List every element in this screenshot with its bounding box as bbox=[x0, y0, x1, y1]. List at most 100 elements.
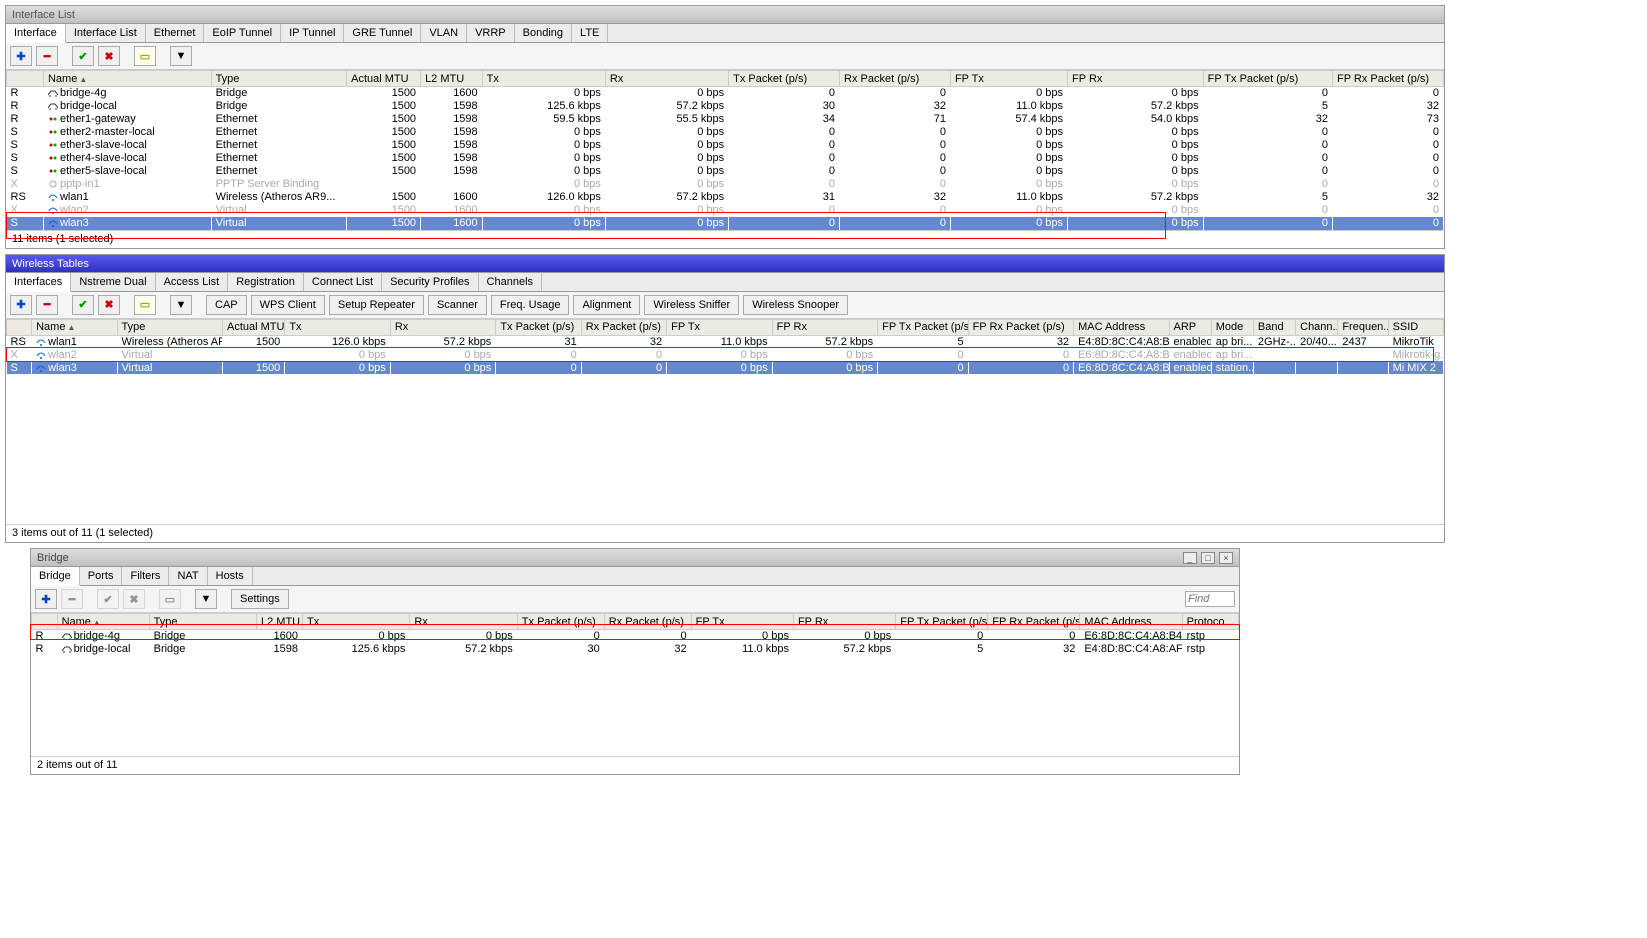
table-row[interactable]: Rbridge-4gBridge 15001600 0 bps0 bps 00 … bbox=[7, 87, 1444, 100]
tab-interface[interactable]: Interface bbox=[6, 24, 66, 43]
disable-button[interactable]: ✖ bbox=[98, 46, 120, 66]
tab-interfaces[interactable]: Interfaces bbox=[6, 273, 71, 292]
filter-button[interactable]: ▼ bbox=[195, 589, 217, 609]
col-header[interactable]: MAC Address bbox=[1080, 614, 1182, 630]
tab-vlan[interactable]: VLAN bbox=[421, 24, 467, 42]
comment-button[interactable]: ▭ bbox=[159, 589, 181, 609]
settings-button[interactable]: Settings bbox=[231, 589, 289, 609]
tab-security-profiles[interactable]: Security Profiles bbox=[382, 273, 478, 291]
table-row[interactable]: Swlan3Virtual 15001600 0 bps0 bps 00 0 b… bbox=[7, 217, 1444, 230]
col-header[interactable]: FP Tx bbox=[950, 71, 1067, 87]
col-header[interactable]: ARP bbox=[1169, 319, 1211, 335]
col-header[interactable]: FP Tx Packet (p/s) bbox=[878, 319, 968, 335]
col-header[interactable]: MAC Address bbox=[1074, 319, 1169, 335]
tab-bridge[interactable]: Bridge bbox=[31, 567, 80, 586]
table-row[interactable]: Rbridge-localBridge 1598125.6 kbps57.2 k… bbox=[32, 643, 1239, 656]
col-header[interactable]: Tx Packet (p/s) bbox=[729, 71, 840, 87]
wps-client-button[interactable]: WPS Client bbox=[251, 295, 325, 315]
enable-button[interactable]: ✔ bbox=[72, 46, 94, 66]
col-header[interactable]: Band bbox=[1253, 319, 1295, 335]
scanner-button[interactable]: Scanner bbox=[428, 295, 487, 315]
col-header[interactable]: SSID bbox=[1388, 319, 1443, 335]
table-row[interactable]: Xpptp-in1PPTP Server Binding 0 bps0 bps … bbox=[7, 178, 1444, 191]
col-header[interactable]: Type bbox=[211, 71, 347, 87]
tab-lte[interactable]: LTE bbox=[572, 24, 608, 42]
col-header[interactable]: Rx bbox=[390, 319, 496, 335]
col-header[interactable]: L2 MTU bbox=[257, 614, 303, 630]
tab-gre-tunnel[interactable]: GRE Tunnel bbox=[344, 24, 421, 42]
col-header[interactable]: Mode bbox=[1211, 319, 1253, 335]
col-header[interactable]: Chann... bbox=[1296, 319, 1338, 335]
table-row[interactable]: Sether5-slave-localEthernet 15001598 0 b… bbox=[7, 165, 1444, 178]
col-header[interactable]: FP Rx bbox=[793, 614, 895, 630]
col-header[interactable]: Tx bbox=[482, 71, 605, 87]
col-header[interactable]: Rx bbox=[410, 614, 517, 630]
tab-ip-tunnel[interactable]: IP Tunnel bbox=[281, 24, 344, 42]
tab-access-list[interactable]: Access List bbox=[156, 273, 229, 291]
add-button[interactable]: ✚ bbox=[35, 589, 57, 609]
col-header[interactable]: FP Rx Packet (p/s) bbox=[968, 319, 1074, 335]
table-row[interactable]: Sether3-slave-localEthernet 15001598 0 b… bbox=[7, 139, 1444, 152]
col-header[interactable]: Actual MTU bbox=[347, 71, 421, 87]
col-header[interactable]: Frequen... bbox=[1338, 319, 1388, 335]
col-header[interactable]: FP Rx bbox=[1068, 71, 1204, 87]
disable-button[interactable]: ✖ bbox=[123, 589, 145, 609]
tab-nat[interactable]: NAT bbox=[169, 567, 207, 585]
table-row[interactable]: Sether4-slave-localEthernet 15001598 0 b… bbox=[7, 152, 1444, 165]
tab-bonding[interactable]: Bonding bbox=[515, 24, 572, 42]
col-header[interactable]: FP Tx bbox=[691, 614, 793, 630]
add-button[interactable]: ✚ bbox=[10, 295, 32, 315]
col-header[interactable]: Protoco... bbox=[1182, 614, 1238, 630]
remove-button[interactable]: ━ bbox=[61, 589, 83, 609]
table-row[interactable]: Xwlan2Virtual 15001600 0 bps0 bps 00 0 b… bbox=[7, 204, 1444, 217]
table-row[interactable]: Xwlan2Virtual 0 bps0 bps 00 0 bps0 bps 0… bbox=[7, 348, 1444, 361]
tab-filters[interactable]: Filters bbox=[122, 567, 169, 585]
col-header[interactable]: Actual MTU bbox=[223, 319, 285, 335]
col-header[interactable]: Rx Packet (p/s) bbox=[581, 319, 666, 335]
col-header[interactable]: Tx bbox=[285, 319, 391, 335]
col-header[interactable]: Rx Packet (p/s) bbox=[604, 614, 691, 630]
col-header[interactable]: Name▲ bbox=[57, 614, 149, 630]
tab-ports[interactable]: Ports bbox=[80, 567, 123, 585]
tab-registration[interactable]: Registration bbox=[228, 273, 304, 291]
col-header[interactable]: Type bbox=[149, 614, 256, 630]
tab-ethernet[interactable]: Ethernet bbox=[146, 24, 205, 42]
table-row[interactable]: Rbridge-4gBridge 16000 bps0 bps 00 0 bps… bbox=[32, 630, 1239, 643]
maximize-button[interactable]: □ bbox=[1201, 552, 1215, 564]
table-row[interactable]: RSwlan1Wireless (Atheros AR9... 1500126.… bbox=[7, 335, 1444, 348]
col-header[interactable]: FP Rx Packet (p/s) bbox=[1332, 71, 1443, 87]
col-header[interactable] bbox=[7, 319, 32, 335]
close-button[interactable]: × bbox=[1219, 552, 1233, 564]
col-header[interactable] bbox=[32, 614, 58, 630]
remove-button[interactable]: ━ bbox=[36, 46, 58, 66]
tab-interface-list[interactable]: Interface List bbox=[66, 24, 146, 42]
filter-button[interactable]: ▼ bbox=[170, 46, 192, 66]
col-header[interactable]: Type bbox=[117, 319, 223, 335]
table-row[interactable]: Rether1-gatewayEthernet 15001598 59.5 kb… bbox=[7, 113, 1444, 126]
col-header[interactable]: Name▲ bbox=[32, 319, 117, 335]
col-header[interactable]: Tx Packet (p/s) bbox=[496, 319, 581, 335]
col-header[interactable]: L2 MTU bbox=[421, 71, 483, 87]
remove-button[interactable]: ━ bbox=[36, 295, 58, 315]
tab-hosts[interactable]: Hosts bbox=[208, 567, 253, 585]
col-header[interactable]: FP Tx Packet (p/s) bbox=[1203, 71, 1332, 87]
setup-repeater-button[interactable]: Setup Repeater bbox=[329, 295, 424, 315]
tab-vrrp[interactable]: VRRP bbox=[467, 24, 515, 42]
wireless-snooper-button[interactable]: Wireless Snooper bbox=[743, 295, 848, 315]
minimize-button[interactable]: _ bbox=[1183, 552, 1197, 564]
comment-button[interactable]: ▭ bbox=[134, 295, 156, 315]
tab-channels[interactable]: Channels bbox=[479, 273, 542, 291]
table-row[interactable]: RSwlan1Wireless (Atheros AR9... 15001600… bbox=[7, 191, 1444, 204]
alignment-button[interactable]: Alignment bbox=[573, 295, 640, 315]
col-header[interactable]: FP Tx Packet (p/s) bbox=[896, 614, 988, 630]
add-button[interactable]: ✚ bbox=[10, 46, 32, 66]
disable-button[interactable]: ✖ bbox=[98, 295, 120, 315]
col-header[interactable]: Tx Packet (p/s) bbox=[517, 614, 604, 630]
col-header[interactable]: Name▲ bbox=[43, 71, 211, 87]
filter-button[interactable]: ▼ bbox=[170, 295, 192, 315]
wireless-sniffer-button[interactable]: Wireless Sniffer bbox=[644, 295, 739, 315]
table-row[interactable]: Swlan3Virtual 15000 bps0 bps 00 0 bps0 b… bbox=[7, 361, 1444, 374]
col-header[interactable]: FP Rx bbox=[772, 319, 878, 335]
col-header[interactable]: FP Tx bbox=[667, 319, 773, 335]
col-header[interactable]: Rx Packet (p/s) bbox=[840, 71, 951, 87]
